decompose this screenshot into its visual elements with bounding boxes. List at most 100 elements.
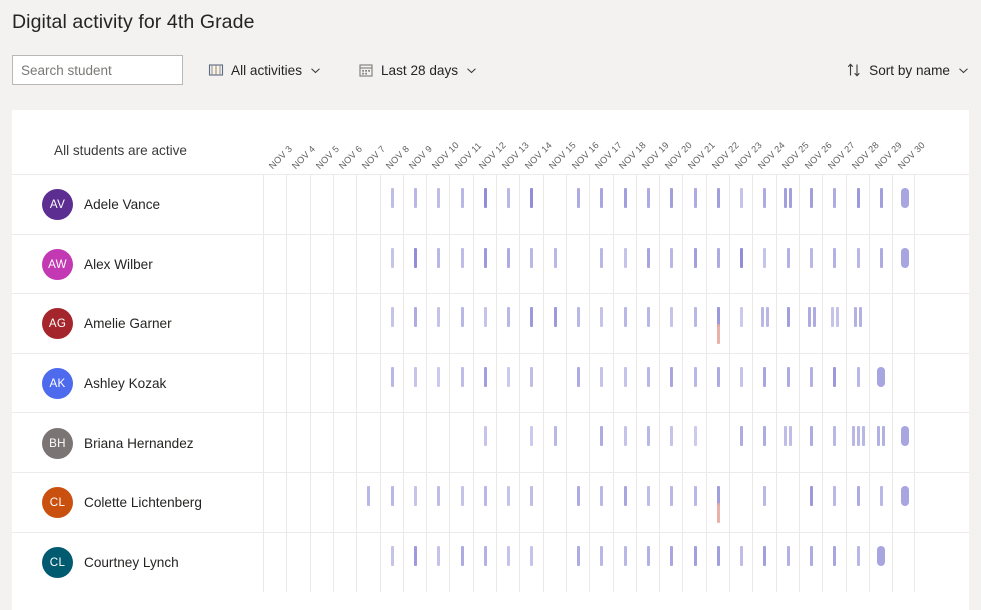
activity-cell[interactable] — [868, 175, 892, 235]
activity-cell[interactable] — [612, 175, 636, 235]
activity-cell[interactable] — [752, 294, 775, 354]
table-row[interactable]: CL Courtney Lynch — [12, 531, 969, 593]
activity-cell[interactable] — [589, 413, 612, 473]
activity-cell[interactable] — [892, 234, 916, 295]
activity-cell[interactable] — [379, 234, 403, 295]
activity-cell[interactable] — [332, 175, 356, 235]
student-name-cell[interactable]: AW Alex Wilber — [42, 235, 153, 295]
activity-cell[interactable] — [263, 234, 286, 295]
activity-cell[interactable] — [542, 294, 566, 354]
activity-cell[interactable] — [402, 234, 426, 295]
activity-cell[interactable] — [635, 353, 659, 414]
activity-cell[interactable] — [426, 234, 449, 295]
activity-cell[interactable] — [798, 234, 822, 295]
activity-cell[interactable] — [449, 472, 472, 533]
activity-cell[interactable] — [822, 413, 845, 473]
activity-cell[interactable] — [356, 472, 379, 533]
activity-cell[interactable] — [496, 472, 519, 533]
activity-cell[interactable] — [286, 353, 309, 414]
student-name-cell[interactable]: BH Briana Hernandez — [42, 413, 194, 473]
activity-cell[interactable] — [612, 413, 636, 473]
activity-cell[interactable] — [472, 472, 496, 533]
student-name-cell[interactable]: AG Amelie Garner — [42, 294, 172, 354]
activity-cell[interactable] — [752, 472, 775, 533]
activity-cell[interactable] — [309, 532, 333, 593]
activity-cell[interactable] — [822, 353, 845, 414]
activity-cell[interactable] — [402, 413, 426, 473]
activity-cell[interactable] — [519, 472, 542, 533]
activity-cell[interactable] — [542, 175, 566, 235]
activity-cell[interactable] — [752, 175, 775, 235]
activity-cell[interactable] — [519, 353, 542, 414]
activity-cell[interactable] — [449, 532, 472, 593]
activity-cell[interactable] — [729, 234, 752, 295]
activity-cell[interactable] — [659, 532, 682, 593]
activity-cell[interactable] — [659, 234, 682, 295]
activity-cell[interactable] — [565, 294, 589, 354]
activity-cell[interactable] — [286, 175, 309, 235]
activity-cell[interactable] — [565, 353, 589, 414]
activity-cell[interactable] — [263, 353, 286, 414]
activity-cell[interactable] — [659, 472, 682, 533]
activity-cell[interactable] — [286, 234, 309, 295]
activity-cell[interactable] — [426, 353, 449, 414]
activity-cell[interactable] — [705, 234, 729, 295]
activity-cell[interactable] — [496, 532, 519, 593]
student-name-cell[interactable]: CL Courtney Lynch — [42, 533, 179, 593]
activity-cell[interactable] — [612, 472, 636, 533]
activity-cell[interactable] — [635, 472, 659, 533]
search-input[interactable] — [12, 55, 183, 85]
activity-cell[interactable] — [426, 175, 449, 235]
activity-cell[interactable] — [379, 413, 403, 473]
activity-cell[interactable] — [798, 353, 822, 414]
activity-cell[interactable] — [705, 413, 729, 473]
activity-cell[interactable] — [496, 175, 519, 235]
activity-cell[interactable] — [845, 294, 869, 354]
activity-cell[interactable] — [798, 413, 822, 473]
activity-cell[interactable] — [332, 234, 356, 295]
activity-cell[interactable] — [565, 234, 589, 295]
activity-cell[interactable] — [402, 532, 426, 593]
activity-cell[interactable] — [729, 532, 752, 593]
activity-cell[interactable] — [519, 175, 542, 235]
activity-cell[interactable] — [635, 532, 659, 593]
activity-cell[interactable] — [286, 413, 309, 473]
activity-cell[interactable] — [729, 175, 752, 235]
activity-cell[interactable] — [868, 413, 892, 473]
activity-cell[interactable] — [868, 294, 892, 354]
activity-cell[interactable] — [589, 175, 612, 235]
activity-cell[interactable] — [752, 234, 775, 295]
activity-cell[interactable] — [775, 234, 799, 295]
activity-cell[interactable] — [868, 353, 892, 414]
activity-cell[interactable] — [449, 413, 472, 473]
activity-cell[interactable] — [682, 413, 705, 473]
student-name-cell[interactable]: AV Adele Vance — [42, 175, 160, 235]
activity-cell[interactable] — [635, 175, 659, 235]
activity-cell[interactable] — [496, 234, 519, 295]
activity-cell[interactable] — [286, 472, 309, 533]
activity-cell[interactable] — [775, 532, 799, 593]
activity-cell[interactable] — [845, 234, 869, 295]
activity-cell[interactable] — [635, 413, 659, 473]
activity-cell[interactable] — [263, 472, 286, 533]
student-name-cell[interactable]: CL Colette Lichtenberg — [42, 473, 202, 533]
activity-cell[interactable] — [775, 353, 799, 414]
activity-cell[interactable] — [868, 472, 892, 533]
activity-cell[interactable] — [519, 294, 542, 354]
table-row[interactable]: AV Adele Vance — [12, 174, 969, 235]
activity-cell[interactable] — [868, 532, 892, 593]
activity-cell[interactable] — [705, 353, 729, 414]
activity-cell[interactable] — [659, 413, 682, 473]
activity-cell[interactable] — [379, 294, 403, 354]
activity-cell[interactable] — [752, 413, 775, 473]
activity-cell[interactable] — [332, 413, 356, 473]
activity-cell[interactable] — [449, 294, 472, 354]
activity-cell[interactable] — [379, 532, 403, 593]
activity-cell[interactable] — [449, 175, 472, 235]
activity-cell[interactable] — [263, 413, 286, 473]
activity-cell[interactable] — [892, 353, 916, 414]
activity-cell[interactable] — [496, 413, 519, 473]
activity-cell[interactable] — [798, 294, 822, 354]
activity-cell[interactable] — [612, 234, 636, 295]
activity-cell[interactable] — [356, 294, 379, 354]
